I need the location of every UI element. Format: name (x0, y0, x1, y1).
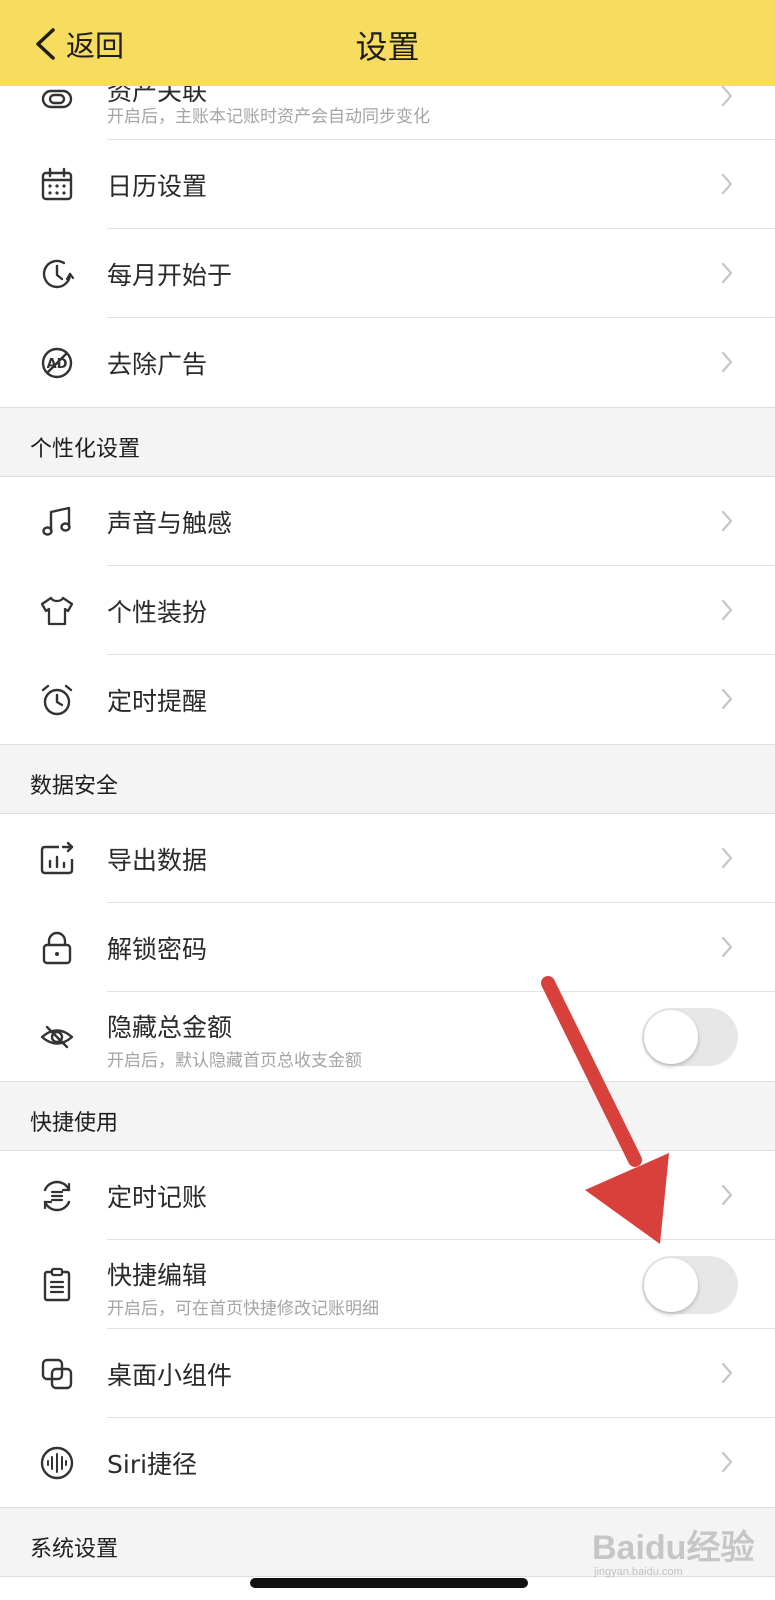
settings-item-label: 去除广告 (107, 350, 208, 379)
settings-item-description: 开启后，默认隐藏首页总收支金额 (107, 1051, 362, 1071)
settings-item-reminder[interactable]: 定时提醒 (0, 655, 775, 744)
page-title: 设置 (355, 28, 420, 66)
settings-item-theme[interactable]: 个性装扮 (0, 566, 775, 655)
settings-item-hide-total: 隐藏总金额 开启后，默认隐藏首页总收支金额 (0, 992, 775, 1081)
settings-list: 资产关联 开启后，主账本记账时资产会自动同步变化 日历设置 每月开始于 AD 去… (0, 77, 775, 1577)
settings-item-unlock-password[interactable]: 解锁密码 (0, 903, 775, 992)
settings-item-label: 声音与触感 (107, 509, 233, 538)
settings-item-sound-haptics[interactable]: 声音与触感 (0, 477, 775, 566)
alarm-clock-icon (41, 684, 73, 716)
settings-item-label: 快捷编辑 (107, 1261, 208, 1290)
settings-item-export-data[interactable]: 导出数据 (0, 814, 775, 903)
settings-item-siri[interactable]: Siri捷径 (0, 1418, 775, 1507)
top-bar: 返回 设置 (0, 0, 775, 86)
settings-item-calendar[interactable]: 日历设置 (0, 140, 775, 229)
home-indicator[interactable] (250, 1578, 528, 1588)
section-title: 个性化设置 (30, 437, 141, 462)
section-title: 系统设置 (30, 1537, 119, 1562)
chevron-right-icon (721, 85, 733, 107)
baidu-watermark: Baidu经验 jingyan.baidu.com (592, 1520, 762, 1584)
chevron-right-icon (721, 510, 733, 532)
clock-icon (42, 259, 75, 289)
settings-item-description: 开启后，主账本记账时资产会自动同步变化 (107, 107, 430, 127)
settings-item-label: 定时提醒 (107, 687, 208, 716)
chevron-right-icon (721, 1184, 733, 1206)
widget-icon (41, 1358, 73, 1390)
section-header-personalization: 个性化设置 (0, 407, 775, 477)
chevron-right-icon (721, 1362, 733, 1384)
toggle-knob (644, 1010, 698, 1064)
settings-item-label: 定时记账 (107, 1183, 208, 1212)
chevron-right-icon (721, 262, 733, 284)
settings-item-quick-edit: 快捷编辑 开启后，可在首页快捷修改记账明细 (0, 1240, 775, 1329)
section-header-shortcuts: 快捷使用 (0, 1081, 775, 1151)
eye-off-icon (40, 1025, 74, 1049)
calendar-icon (41, 167, 73, 201)
no-ad-icon: AD (41, 347, 73, 379)
toggle-knob (644, 1258, 698, 1312)
settings-item-scheduled-entry[interactable]: 定时记账 (0, 1151, 775, 1240)
chevron-right-icon (721, 1451, 733, 1473)
settings-item-month-start[interactable]: 每月开始于 (0, 229, 775, 318)
chevron-right-icon (721, 936, 733, 958)
settings-item-description: 开启后，可在首页快捷修改记账明细 (107, 1299, 379, 1319)
watermark-subtext: jingyan.baidu.com (594, 1566, 683, 1578)
siri-icon (40, 1446, 74, 1480)
settings-item-label: 隐藏总金额 (107, 1013, 233, 1042)
chevron-right-icon (721, 847, 733, 869)
recurring-icon (43, 1180, 71, 1212)
export-icon (40, 841, 74, 875)
settings-item-label: Siri捷径 (107, 1450, 198, 1479)
chevron-right-icon (721, 351, 733, 373)
settings-item-label: 桌面小组件 (107, 1361, 233, 1390)
settings-item-asset-link[interactable]: 资产关联 开启后，主账本记账时资产会自动同步变化 (0, 77, 775, 140)
hide-total-toggle[interactable] (642, 1008, 738, 1066)
settings-item-label: 导出数据 (107, 846, 208, 875)
section-title: 快捷使用 (30, 1111, 119, 1136)
section-title: 数据安全 (30, 774, 119, 799)
settings-item-label: 日历设置 (107, 172, 208, 201)
svg-text:AD: AD (47, 357, 68, 372)
chevron-right-icon (721, 688, 733, 710)
settings-item-label: 解锁密码 (107, 935, 208, 964)
section-header-data-security: 数据安全 (0, 744, 775, 814)
tshirt-icon (40, 596, 74, 626)
settings-item-label: 每月开始于 (107, 261, 233, 290)
settings-item-label: 个性装扮 (107, 598, 208, 627)
chevron-right-icon (721, 173, 733, 195)
settings-item-widget[interactable]: 桌面小组件 (0, 1329, 775, 1418)
clipboard-icon (43, 1267, 71, 1302)
chevron-right-icon (721, 599, 733, 621)
watermark-text: Baidu经验 (592, 1529, 755, 1567)
lock-icon (42, 931, 72, 965)
music-note-icon (42, 506, 71, 536)
settings-item-remove-ads[interactable]: AD 去除广告 (0, 318, 775, 407)
quick-edit-toggle[interactable] (642, 1256, 738, 1314)
